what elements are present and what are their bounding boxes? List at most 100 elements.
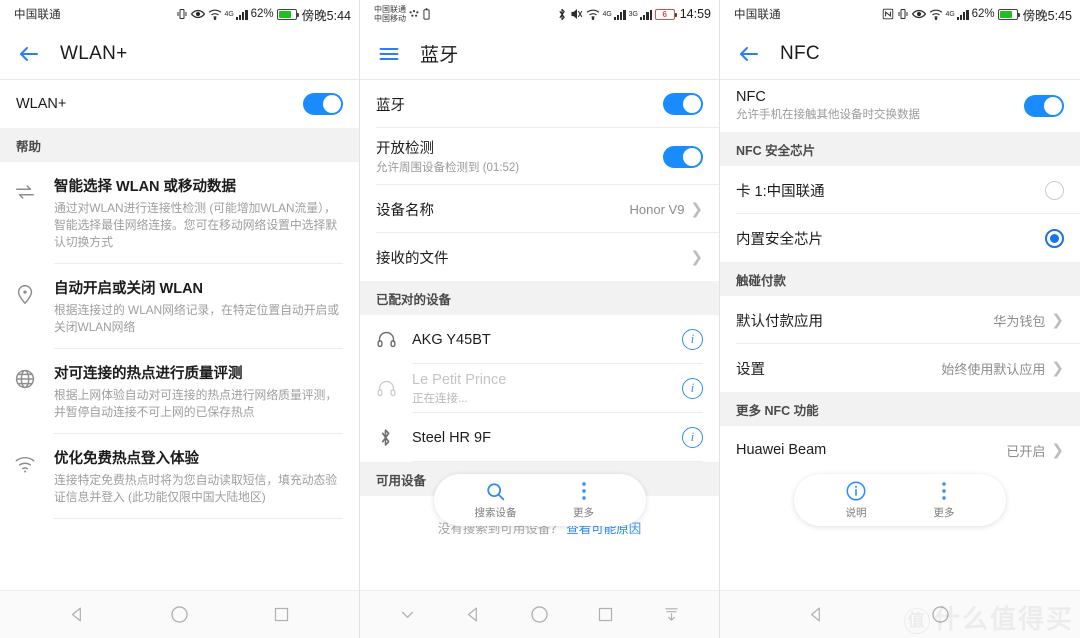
bluetooth-toggle-row[interactable]: 蓝牙 <box>360 80 719 128</box>
dual-sim-data-icon <box>408 9 420 19</box>
received-files-row[interactable]: 接收的文件 ❯ <box>360 233 719 281</box>
payment-settings-row[interactable]: 设置 始终使用默认应用 ❯ <box>720 344 1080 392</box>
help-item-hotspot-quality: 对可连接的热点进行质量评测 根据上网体验自动对可连接的热点进行网络质量评测，并暂… <box>0 349 359 434</box>
content-area: WLAN+ 帮助 智能选择 WLAN 或移动数据 通过对WLAN进行连接性检测 … <box>0 80 359 590</box>
row-label: 蓝牙 <box>376 97 405 114</box>
recents-square-icon[interactable] <box>586 595 626 635</box>
nfc-icon <box>882 8 894 20</box>
back-triangle-icon[interactable] <box>57 595 97 635</box>
row-label: 默认付款应用 <box>736 313 823 330</box>
pull-down-icon[interactable] <box>652 595 692 635</box>
pill-label: 说明 <box>845 507 867 519</box>
home-circle-icon[interactable] <box>159 595 199 635</box>
help-group-header: 帮助 <box>0 128 359 162</box>
device-name-row[interactable]: 设备名称 Honor V9 ❯ <box>360 185 719 233</box>
status-bar: 中国联通 中国移动 4G 3G 6 14:59 <box>360 0 719 28</box>
payment-settings-value: 始终使用默认应用 <box>941 361 1046 377</box>
pill-label: 搜索设备 <box>474 507 517 519</box>
clock-label: 傍晚5:45 <box>1022 8 1072 23</box>
row-label: WLAN+ <box>16 96 67 112</box>
visibility-switch[interactable] <box>663 145 703 168</box>
battery-percent-label: 62% <box>250 8 274 20</box>
embedded-chip-row[interactable]: 内置安全芯片 <box>720 214 1080 262</box>
wifi-icon <box>929 8 943 20</box>
back-triangle-icon[interactable] <box>453 595 493 635</box>
app-bar: WLAN+ <box>0 28 359 80</box>
back-arrow-icon[interactable] <box>16 41 42 67</box>
chevron-right-icon: ❯ <box>1051 359 1064 377</box>
row-label: 内置安全芯片 <box>736 231 823 248</box>
system-navigation-bar <box>720 590 1080 638</box>
location-pin-icon <box>14 277 54 336</box>
wlan-plus-switch[interactable] <box>303 93 343 115</box>
wlan-plus-toggle-row[interactable]: WLAN+ <box>0 80 359 128</box>
embedded-chip-radio[interactable] <box>1045 228 1064 248</box>
tap-pay-header: 触碰付款 <box>720 262 1080 296</box>
clock-label: 傍晚5:44 <box>301 8 351 23</box>
battery-percent-label: 62% <box>971 8 995 20</box>
content-area: 蓝牙 开放检测 允许周围设备检测到 (01:52) 设备名称 Honor V9 … <box>360 80 719 590</box>
instructions-button[interactable]: 说明 <box>812 480 900 520</box>
wifi-signal-icon <box>14 447 54 506</box>
wifi-icon <box>586 8 600 20</box>
row-label: Huawei Beam <box>736 442 827 458</box>
paired-devices-header: 已配对的设备 <box>360 281 719 315</box>
help-item-auto-wlan: 自动开启或关闭 WLAN 根据连接过的 WLAN网络记录，在特定位置自动开启或关… <box>0 264 359 349</box>
search-devices-button[interactable]: 搜索设备 <box>452 480 540 520</box>
signal-icon <box>235 9 248 20</box>
nfc-toggle-row[interactable]: NFC 允许手机在接触其他设备时交换数据 <box>720 80 1080 132</box>
more-dots-icon <box>941 480 947 502</box>
huawei-beam-row[interactable]: Huawei Beam 已开启 ❯ <box>720 426 1080 474</box>
row-label: NFC <box>736 89 766 105</box>
more-button[interactable]: 更多 <box>540 480 628 520</box>
chevron-right-icon: ❯ <box>1051 311 1064 329</box>
more-dots-icon <box>581 480 587 502</box>
dual-carrier-label: 中国联通 中国移动 <box>374 5 406 24</box>
back-triangle-icon[interactable] <box>796 595 836 635</box>
home-circle-icon[interactable] <box>920 595 960 635</box>
help-item-desc: 根据连接过的 WLAN网络记录，在特定位置自动开启或关闭WLAN网络 <box>54 303 340 334</box>
battery-percent-label: 6 <box>662 9 667 19</box>
recents-square-icon[interactable] <box>262 595 302 635</box>
row-label: 接收的文件 <box>376 250 449 267</box>
row-sublabel: 允许周围设备检测到 (01:52) <box>376 162 520 174</box>
battery-icon <box>997 8 1021 20</box>
more-button[interactable]: 更多 <box>900 480 988 520</box>
help-item-smart-select: 智能选择 WLAN 或移动数据 通过对WLAN进行连接性检测 (可能增加WLAN… <box>0 162 359 264</box>
device-info-icon[interactable]: i <box>682 427 703 448</box>
device-status: 正在连接... <box>412 392 468 405</box>
device-name: Le Petit Prince <box>412 371 507 388</box>
nfc-switch[interactable] <box>1024 95 1064 117</box>
paired-device-row[interactable]: AKG Y45BT i <box>360 315 719 364</box>
visibility-row[interactable]: 开放检测 允许周围设备检测到 (01:52) <box>360 128 719 185</box>
paired-device-row[interactable]: Steel HR 9F i <box>360 413 719 462</box>
bluetooth-icon <box>376 428 412 447</box>
sim1-chip-radio[interactable] <box>1045 180 1064 200</box>
pill-label: 更多 <box>573 507 594 519</box>
battery-icon: 6 <box>654 8 678 20</box>
status-bar: 中国联通 4G 62% 傍晚5:44 <box>0 0 359 28</box>
back-arrow-icon[interactable] <box>736 41 762 67</box>
hamburger-menu-icon[interactable] <box>376 41 402 67</box>
headphones-icon <box>376 378 412 399</box>
screen-wlan-plus: 中国联通 4G 62% 傍晚5:44 WLAN+ WLAN+ 帮助 智能选择 W… <box>0 0 360 638</box>
swap-arrows-icon <box>14 175 54 251</box>
paired-device-row[interactable]: Le Petit Prince 正在连接... i <box>360 364 719 413</box>
device-info-icon[interactable]: i <box>682 329 703 350</box>
status-bar: 中国联通 4G 62% 傍晚5:45 <box>720 0 1080 28</box>
device-name: Steel HR 9F <box>412 429 491 446</box>
device-name-value: Honor V9 <box>629 201 685 217</box>
row-label: 开放检测 <box>376 141 434 157</box>
default-payment-app-row[interactable]: 默认付款应用 华为钱包 ❯ <box>720 296 1080 344</box>
sim1-chip-row[interactable]: 卡 1:中国联通 <box>720 166 1080 214</box>
chevron-right-icon: ❯ <box>690 200 703 218</box>
device-name: AKG Y45BT <box>412 331 491 348</box>
chevron-down-icon[interactable] <box>387 595 427 635</box>
bluetooth-switch[interactable] <box>663 93 703 115</box>
help-item-desc: 根据上网体验自动对可连接的热点进行网络质量评测，并暂停自动连接不可上网的已保存热… <box>54 388 338 419</box>
default-payment-app-value: 华为钱包 <box>993 313 1046 329</box>
home-circle-icon[interactable] <box>519 595 559 635</box>
device-info-icon[interactable]: i <box>682 378 703 399</box>
search-icon <box>485 480 506 502</box>
vibrate-icon <box>897 8 909 20</box>
